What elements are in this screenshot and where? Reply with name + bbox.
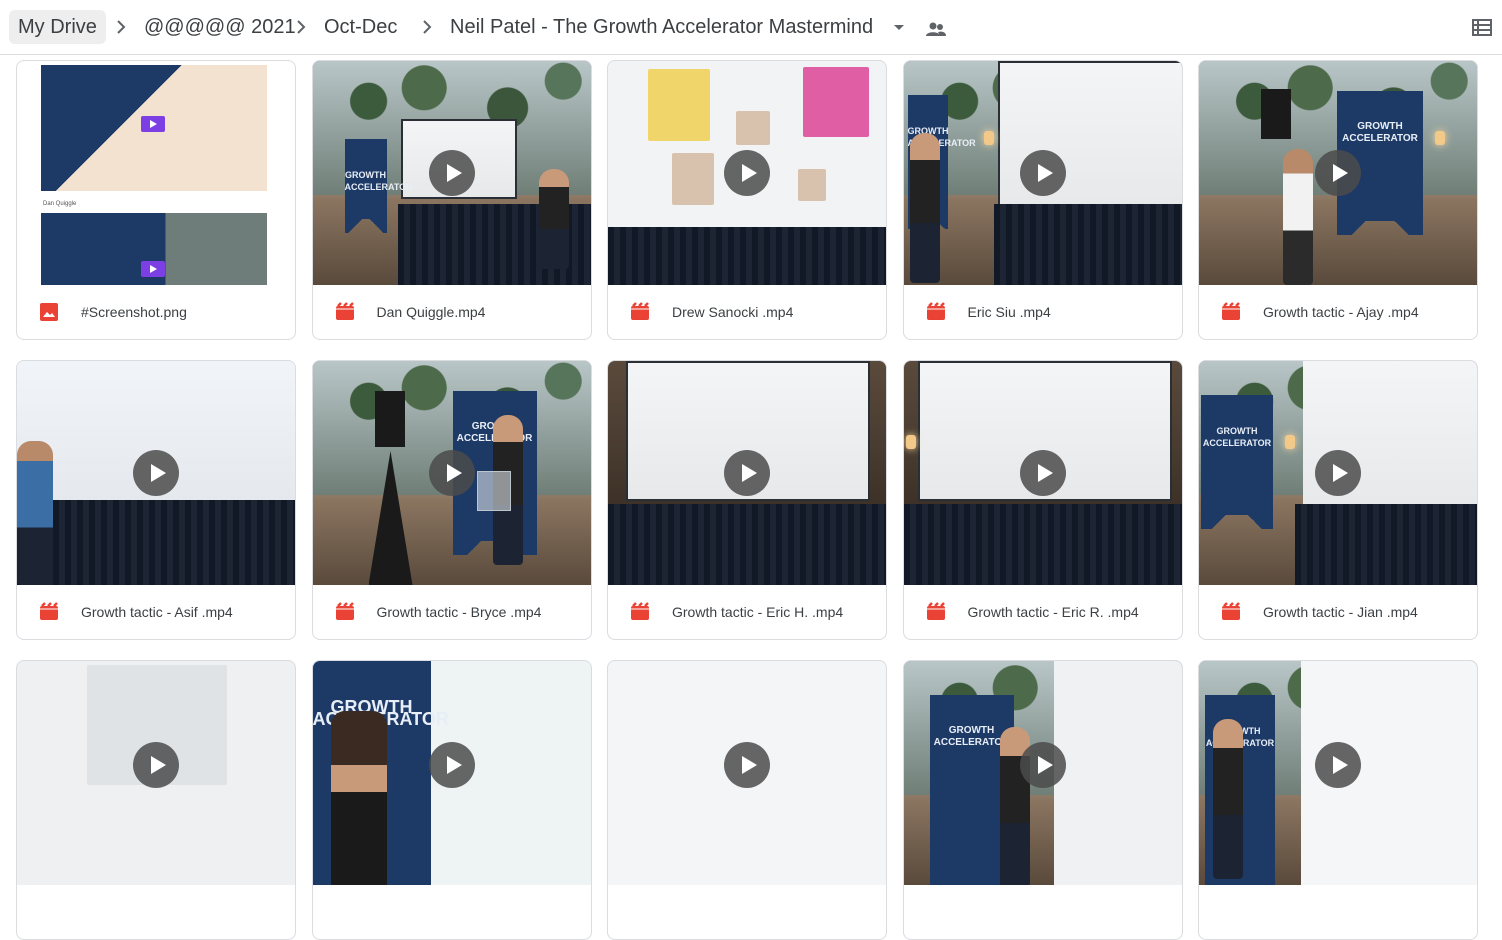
video-file-icon (335, 301, 354, 320)
play-icon[interactable] (724, 450, 770, 496)
play-icon[interactable] (1019, 150, 1066, 196)
file-card[interactable]: GROWTH ACCELERATOR Growth tactic - Ajay … (1198, 60, 1478, 340)
play-icon[interactable] (1019, 742, 1066, 788)
file-thumbnail: GROWTH ACCELERATOR (312, 361, 591, 585)
list-view-icon[interactable] (1471, 16, 1493, 38)
file-name: Eric Siu .mp4 (967, 303, 1051, 320)
file-thumbnail (17, 661, 295, 885)
file-thumbnail (903, 361, 1182, 585)
file-name: Growth tactic - Eric H. .mp4 (672, 603, 844, 620)
breadcrumb-2021[interactable]: @@@@@ 2021 (135, 10, 305, 44)
chevron-right-icon (291, 17, 311, 37)
breadcrumb-my-drive[interactable]: My Drive (9, 10, 106, 44)
play-icon[interactable] (1019, 450, 1066, 496)
caret-down-icon[interactable] (890, 19, 908, 37)
file-card[interactable]: Drew Sanocki .mp4 (607, 60, 887, 340)
file-card[interactable] (16, 660, 296, 940)
file-card[interactable]: GROWTH ACCELERATOR (902, 660, 1183, 940)
file-thumbnail: GROWTH ACCELERATOR (312, 61, 591, 285)
file-name: Growth tactic - Asif .mp4 (81, 603, 233, 620)
file-card[interactable]: GROWTH ACCELERATOR Growth tactic - Bryce… (311, 360, 592, 640)
file-card[interactable]: Growth tactic - Asif .mp4 (16, 360, 296, 640)
file-thumbnail (17, 361, 295, 585)
file-thumbnail: GROWTH ACCELERATOR (903, 661, 1182, 885)
file-name: Growth tactic - Ajay .mp4 (1263, 303, 1419, 320)
file-thumbnail: GROWTH ACCELERATOR (1199, 661, 1477, 885)
file-name: Drew Sanocki .mp4 (672, 303, 794, 320)
file-name: Growth tactic - Bryce .mp4 (376, 603, 542, 620)
chevron-right-icon (111, 17, 131, 37)
chevron-right-icon (417, 17, 437, 37)
file-name: Growth tactic - Jian .mp4 (1263, 603, 1418, 620)
video-file-icon (926, 601, 945, 620)
file-thumbnail: GROWTH ACCELERATOR (1199, 361, 1477, 585)
play-icon[interactable] (133, 742, 179, 788)
play-icon[interactable] (1315, 450, 1361, 496)
file-thumbnail: GROWTH ACCELERATOR (903, 61, 1182, 285)
play-icon[interactable] (428, 450, 475, 496)
play-icon[interactable] (724, 150, 770, 196)
file-card[interactable]: Growth tactic - Eric R. .mp4 (902, 360, 1183, 640)
file-thumbnail: GROWTH ACCELERATOR (1199, 61, 1477, 285)
play-icon[interactable] (1315, 150, 1361, 196)
video-file-icon (926, 301, 945, 320)
file-name: Dan Quiggle.mp4 (376, 303, 486, 320)
file-card[interactable]: GROWTH ACCELERATOR (1198, 660, 1478, 940)
file-card[interactable]: GROWTH ACCELERATOR Dan Quiggle.mp4 (311, 60, 592, 340)
people-icon[interactable] (925, 20, 947, 40)
file-grid: Dan Quiggle #Screenshot.png GROWTH ACCEL… (16, 60, 1478, 940)
play-icon[interactable] (1315, 742, 1361, 788)
play-icon[interactable] (133, 450, 179, 496)
file-thumbnail (608, 661, 886, 885)
breadcrumb-bar: My Drive @@@@@ 2021 Oct-Dec Neil Patel -… (0, 0, 1502, 55)
file-thumbnail (608, 61, 886, 285)
video-file-icon (631, 301, 649, 320)
video-file-icon (631, 601, 649, 620)
image-file-icon (40, 302, 58, 321)
file-card[interactable] (607, 660, 887, 940)
file-card[interactable]: Growth tactic - Eric H. .mp4 (607, 360, 887, 640)
file-card[interactable]: GROWTH ACCELERATOR Growth tactic - Jian … (1198, 360, 1478, 640)
file-name: Growth tactic - Eric R. .mp4 (967, 603, 1139, 620)
file-card[interactable]: GROWTH ACCELERATOR Eric Siu .mp4 (902, 60, 1183, 340)
play-icon[interactable] (428, 150, 475, 196)
file-name: #Screenshot.png (81, 303, 187, 320)
file-card[interactable]: Dan Quiggle #Screenshot.png (16, 60, 296, 340)
thumbnail-caption: Dan Quiggle (43, 201, 77, 207)
video-file-icon (1222, 601, 1240, 620)
breadcrumb-current-folder[interactable]: Neil Patel - The Growth Accelerator Mast… (441, 10, 882, 44)
file-thumbnail: Dan Quiggle (17, 61, 295, 285)
file-thumbnail (608, 361, 886, 585)
video-file-icon (335, 601, 354, 620)
video-file-icon (1222, 301, 1240, 320)
video-file-icon (40, 601, 58, 620)
play-icon[interactable] (724, 742, 770, 788)
breadcrumb-oct-dec[interactable]: Oct-Dec (315, 10, 406, 44)
play-icon[interactable] (428, 742, 475, 788)
file-thumbnail: GROWTH ACCELERATOR (312, 661, 591, 885)
file-card[interactable]: GROWTH ACCELERATOR (311, 660, 592, 940)
